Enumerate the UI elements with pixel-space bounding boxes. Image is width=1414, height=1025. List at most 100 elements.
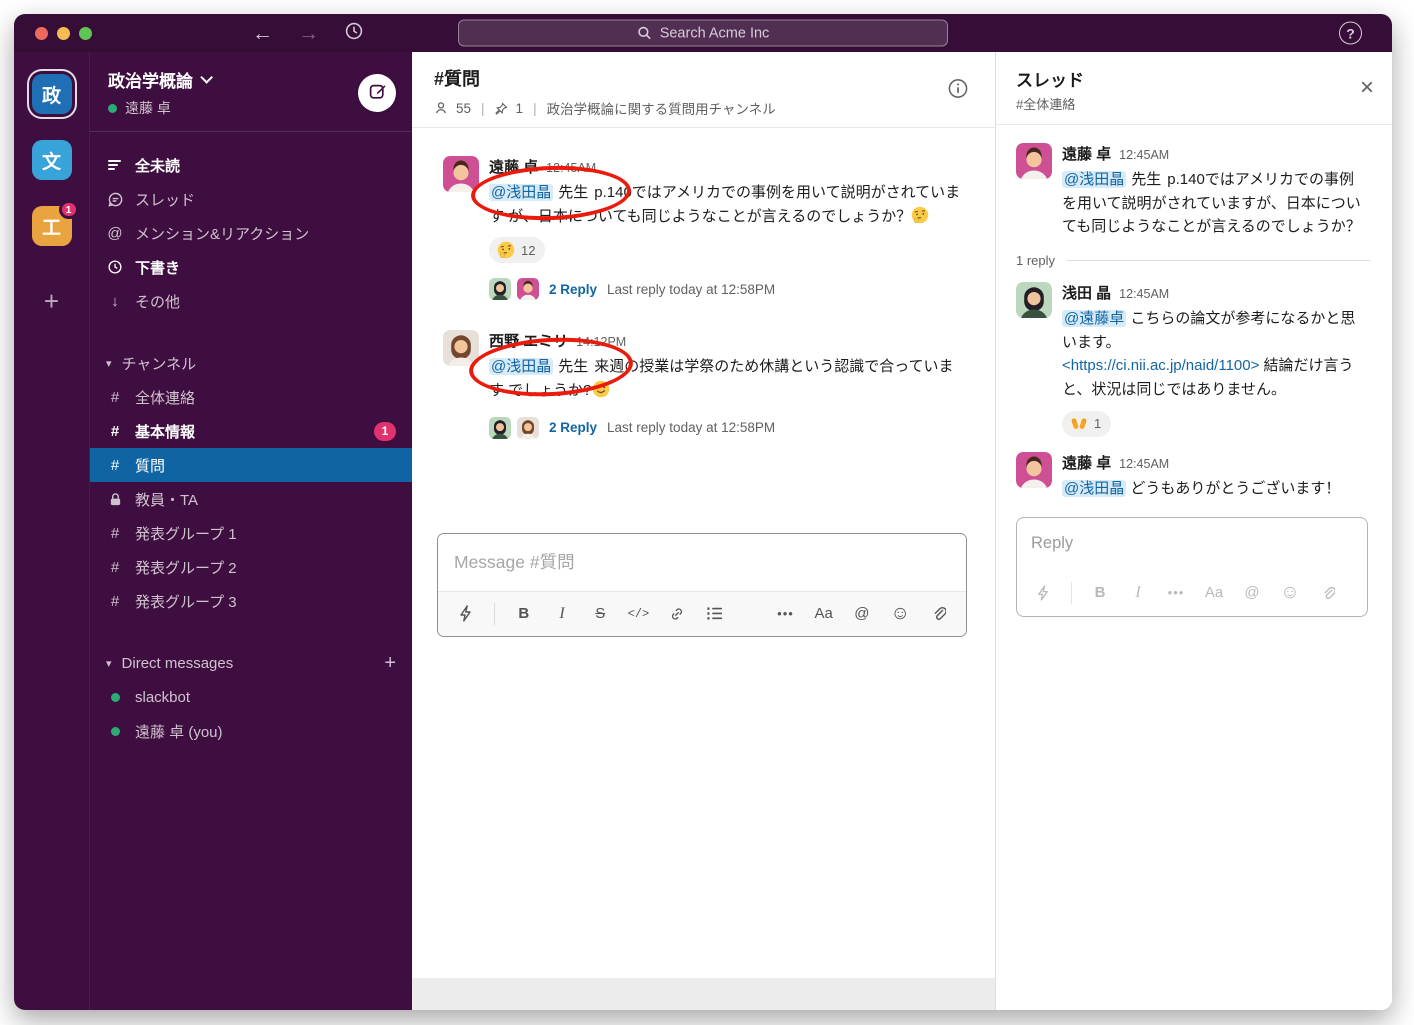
message: 西野 エミリ 14:12PM @浅田晶先生来週の授業は学祭のため休講という認識で… — [443, 330, 967, 438]
minimize-window-button[interactable] — [57, 27, 70, 40]
sidebar-channel-group3[interactable]: # 発表グループ 3 — [90, 584, 412, 618]
composer-toolbar: B I S </> ••• Aa @ ☺ — [438, 591, 966, 636]
thread-reply-bar[interactable]: 2 Reply Last reply today at 12:58PM — [489, 417, 967, 439]
sidebar-channel-shitsumon[interactable]: # 質問 — [90, 448, 412, 482]
more-formatting-button[interactable]: ••• — [1160, 578, 1192, 608]
mention-asada[interactable]: @浅田晶 — [1062, 171, 1126, 188]
avatar-endo[interactable] — [1016, 452, 1052, 488]
forward-button[interactable]: → — [298, 23, 319, 44]
shortcuts-button[interactable] — [450, 599, 481, 629]
italic-button[interactable]: I — [1122, 578, 1154, 608]
message-timestamp[interactable]: 12:45AM — [546, 161, 596, 175]
workspace-rail: 政 文 工1 + — [14, 52, 90, 1010]
sidebar-item-drafts[interactable]: 下書き — [90, 250, 412, 284]
mention-endo[interactable]: @遠藤卓 — [1062, 310, 1126, 327]
avatar-endo[interactable] — [443, 156, 479, 192]
lightning-icon — [458, 605, 473, 622]
sidebar-channel-kyouin-ta[interactable]: 教員・TA — [90, 482, 412, 516]
more-dots-icon: ••• — [1168, 585, 1185, 600]
code-button[interactable]: </> — [623, 599, 654, 629]
dm-section-header[interactable]: ▾ Direct messages + — [90, 646, 412, 680]
link-button[interactable] — [661, 599, 692, 629]
mention-button[interactable]: @ — [846, 599, 877, 629]
thread-header: スレッド #全体連絡 × — [996, 52, 1392, 125]
sidebar-channel-group2[interactable]: # 発表グループ 2 — [90, 550, 412, 584]
close-window-button[interactable] — [35, 27, 48, 40]
sidebar-item-more[interactable]: ↓ その他 — [90, 284, 412, 318]
search-bar[interactable]: Search Acme Inc — [458, 20, 948, 47]
attach-file-button[interactable] — [1312, 578, 1344, 608]
history-button[interactable] — [344, 21, 364, 45]
sidebar-item-all-unreads[interactable]: 全未読 — [90, 148, 412, 182]
strikethrough-button[interactable]: S — [585, 599, 616, 629]
reply-count-link: 2 Reply — [549, 282, 597, 297]
workspace-button-bun[interactable]: 文 — [32, 140, 72, 180]
shortcuts-button[interactable] — [1027, 578, 1059, 608]
add-workspace-button[interactable]: + — [44, 286, 59, 317]
reaction-pill[interactable]: 12 — [489, 237, 545, 263]
mention-asada[interactable]: @浅田晶 — [489, 358, 553, 375]
new-message-button[interactable] — [358, 74, 396, 112]
avatar-asada — [489, 417, 511, 439]
back-button[interactable]: ← — [252, 23, 273, 44]
message-author[interactable]: 浅田 晶 — [1062, 282, 1111, 303]
help-button[interactable]: ? — [1339, 22, 1362, 45]
sidebar-item-label: その他 — [135, 291, 180, 312]
workspace-button-seiji[interactable]: 政 — [32, 74, 72, 114]
emoji-picker-button[interactable]: ☺ — [885, 599, 916, 629]
mention-asada[interactable]: @浅田晶 — [1062, 480, 1126, 497]
text-format-button[interactable]: Aa — [808, 599, 839, 629]
message-author[interactable]: 遠藤 卓 — [1062, 143, 1111, 164]
mention-button[interactable]: @ — [1236, 578, 1268, 608]
main-column: #質問 55 | 1 | 政治学概論に関する質問用チャンネル — [412, 52, 995, 1010]
attach-file-button[interactable] — [923, 599, 954, 629]
ordered-list-button[interactable] — [699, 599, 730, 629]
italic-button[interactable]: I — [546, 599, 577, 629]
channel-info-button[interactable] — [947, 77, 969, 102]
search-placeholder: Search Acme Inc — [660, 25, 770, 41]
sidebar-item-threads[interactable]: スレッド — [90, 182, 412, 216]
avatar-endo[interactable] — [1016, 143, 1052, 179]
reply-input[interactable] — [1017, 518, 1367, 570]
add-dm-button[interactable]: + — [384, 652, 396, 675]
emoji-picker-button[interactable]: ☺ — [1274, 578, 1306, 608]
bold-button[interactable]: B — [508, 599, 539, 629]
sidebar-item-label: スレッド — [135, 189, 195, 210]
workspace-button-kou[interactable]: 工1 — [32, 206, 72, 246]
sidebar-dm-self[interactable]: 遠藤 卓 (you) — [90, 714, 412, 748]
channel-topic[interactable]: 政治学概論に関する質問用チャンネル — [547, 98, 776, 118]
sidebar-item-mentions[interactable]: @ メンション&リアクション — [90, 216, 412, 250]
text-format-button[interactable]: Aa — [1198, 578, 1230, 608]
thread-reply-bar[interactable]: 2 Reply Last reply today at 12:58PM — [489, 278, 967, 300]
member-count[interactable]: 55 — [456, 101, 471, 116]
sidebar-channel-kihon[interactable]: # 基本情報 1 — [90, 414, 412, 448]
message-timestamp[interactable]: 12:45AM — [1119, 457, 1169, 471]
message-timestamp[interactable]: 12:45AM — [1119, 287, 1169, 301]
sidebar-channel-group1[interactable]: # 発表グループ 1 — [90, 516, 412, 550]
sidebar-channel-zentai[interactable]: # 全体連絡 — [90, 380, 412, 414]
avatar-asada[interactable] — [1016, 282, 1052, 318]
message-timestamp[interactable]: 14:12PM — [576, 335, 626, 349]
forward-icon: → — [298, 22, 319, 45]
message-author[interactable]: 遠藤 卓 — [489, 156, 538, 177]
more-formatting-button[interactable]: ••• — [770, 599, 801, 629]
sidebar-dm-slackbot[interactable]: slackbot — [90, 680, 412, 714]
bold-button[interactable]: B — [1084, 578, 1116, 608]
avatar-nishino[interactable] — [443, 330, 479, 366]
message-input[interactable] — [438, 534, 966, 591]
message-author[interactable]: 遠藤 卓 — [1062, 452, 1111, 473]
channels-section-header[interactable]: ▾ チャンネル — [90, 346, 412, 380]
dm-label: slackbot — [135, 689, 190, 706]
message-author[interactable]: 西野 エミリ — [489, 330, 568, 351]
workspace-menu-button[interactable]: 政治学概論 遠藤 卓 — [108, 67, 209, 118]
message-body: @浅田晶先生p.140ではアメリカでの事例を用いて説明がされています が、日本に… — [489, 181, 967, 228]
threads-icon — [106, 191, 124, 208]
mention-asada[interactable]: @浅田晶 — [489, 184, 553, 201]
zoom-window-button[interactable] — [79, 27, 92, 40]
close-thread-button[interactable]: × — [1360, 76, 1374, 100]
external-link[interactable]: <https://ci.nii.ac.jp/naid/1100> — [1062, 357, 1259, 374]
reaction-pill[interactable]: 1 — [1062, 411, 1111, 437]
pin-count[interactable]: 1 — [516, 101, 524, 116]
message-timestamp[interactable]: 12:45AM — [1119, 148, 1169, 162]
thread-channel[interactable]: #全体連絡 — [1016, 94, 1372, 113]
